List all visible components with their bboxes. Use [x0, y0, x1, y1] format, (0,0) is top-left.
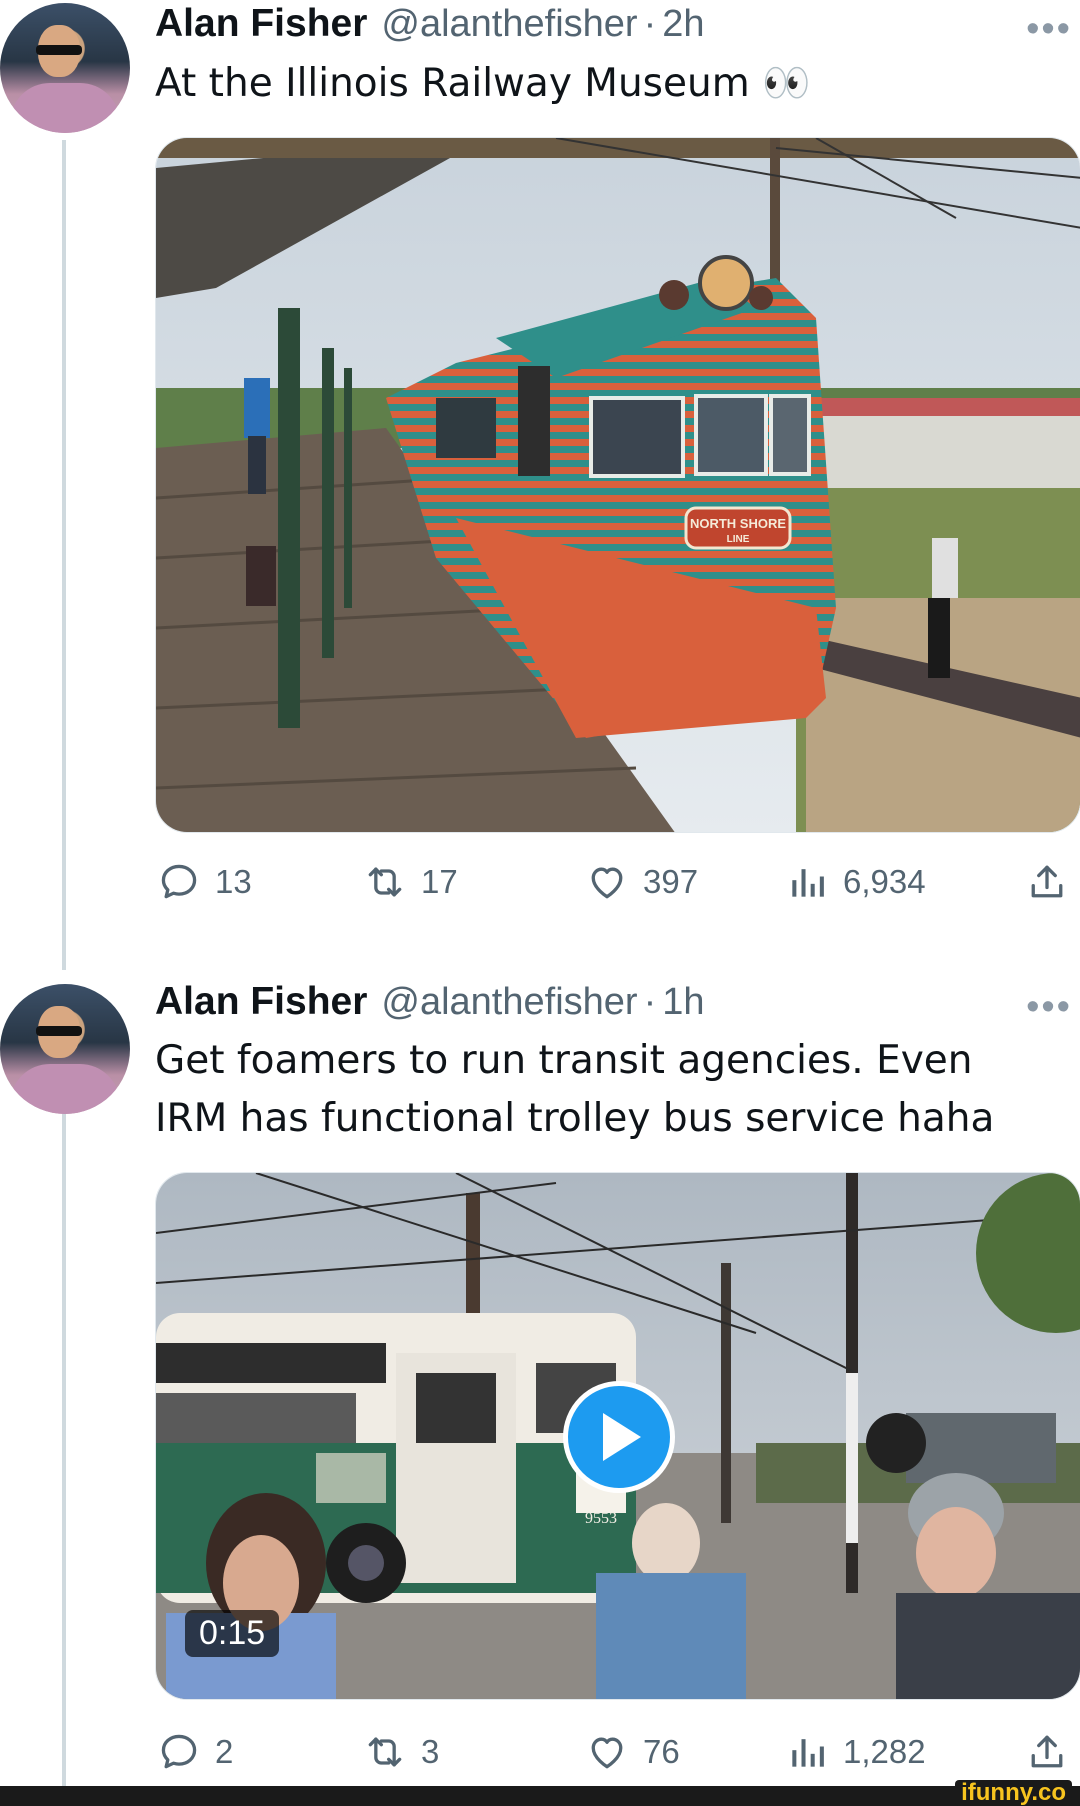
like-count: 397 [643, 863, 699, 900]
more-options-icon[interactable]: ••• [1026, 10, 1072, 48]
timestamp[interactable]: 2h [662, 3, 704, 46]
tweet-text: At the Illinois Railway Museum 👀 [155, 61, 811, 106]
repost-icon [368, 1737, 402, 1767]
share-icon [1031, 865, 1063, 898]
video-duration: 0:15 [185, 1610, 280, 1657]
more-options-icon[interactable]: ••• [1026, 988, 1072, 1026]
views-button[interactable]: 6,934 [785, 860, 926, 904]
reply-count: 2 [215, 1733, 234, 1770]
repost-button[interactable]: 17 [363, 860, 458, 904]
views-count: 6,934 [843, 863, 926, 900]
train-photo: NORTH SHORE LINE [156, 138, 1080, 832]
author-handle[interactable]: @alanthefisher [381, 981, 637, 1024]
avatar[interactable] [0, 984, 130, 1114]
reply-count: 13 [215, 863, 252, 900]
author-name[interactable]: Alan Fisher [155, 980, 367, 1024]
footer-bar [0, 1786, 1080, 1806]
tweet-1[interactable]: Alan Fisher @alanthefisher · 2h ••• At t… [0, 0, 1080, 960]
share-icon [1031, 1735, 1063, 1768]
reply-button[interactable]: 2 [157, 1730, 233, 1774]
tweet-text: Get foamers to run transit agencies. Eve… [155, 1038, 995, 1141]
avatar[interactable] [0, 3, 130, 133]
heart-icon [591, 867, 623, 899]
like-button[interactable]: 397 [585, 860, 698, 904]
repost-button[interactable]: 3 [363, 1730, 439, 1774]
timestamp[interactable]: 1h [662, 981, 704, 1024]
tweet-2[interactable]: Alan Fisher @alanthefisher · 1h ••• Get … [0, 960, 1080, 1786]
play-icon [603, 1413, 641, 1461]
repost-count: 3 [421, 1733, 440, 1770]
reply-icon [161, 864, 197, 899]
heart-icon [591, 1737, 623, 1769]
share-button[interactable] [1025, 860, 1069, 904]
play-button[interactable] [563, 1381, 675, 1493]
tweet-actions: 2 3 76 1,282 [155, 1730, 1080, 1780]
like-button[interactable]: 76 [585, 1730, 680, 1774]
train-sign-line2: LINE [727, 534, 750, 545]
separator: · [643, 3, 657, 45]
tweet-actions: 13 17 397 6,934 [155, 860, 1080, 910]
share-button[interactable] [1025, 1730, 1069, 1774]
views-button[interactable]: 1,282 [785, 1730, 926, 1774]
author-name[interactable]: Alan Fisher [155, 2, 367, 46]
tweet-photo[interactable]: NORTH SHORE LINE [155, 137, 1080, 833]
bus-number: 9553 [585, 1510, 617, 1527]
author-handle[interactable]: @alanthefisher [381, 3, 637, 46]
watermark-logo: ifunny.co [955, 1780, 1072, 1806]
tweet-header: Alan Fisher @alanthefisher · 1h [155, 980, 705, 1024]
views-icon [792, 1739, 824, 1767]
reply-icon [161, 1734, 197, 1769]
views-count: 1,282 [843, 1733, 926, 1770]
views-icon [792, 869, 824, 897]
reply-button[interactable]: 13 [157, 860, 252, 904]
train-sign-line1: NORTH SHORE [690, 516, 786, 531]
tweet-header: Alan Fisher @alanthefisher · 2h [155, 2, 705, 46]
repost-icon [368, 867, 402, 897]
tweet-video[interactable]: 9553 0:15 [155, 1172, 1080, 1700]
like-count: 76 [643, 1733, 680, 1770]
separator: · [643, 981, 657, 1023]
repost-count: 17 [421, 863, 458, 900]
